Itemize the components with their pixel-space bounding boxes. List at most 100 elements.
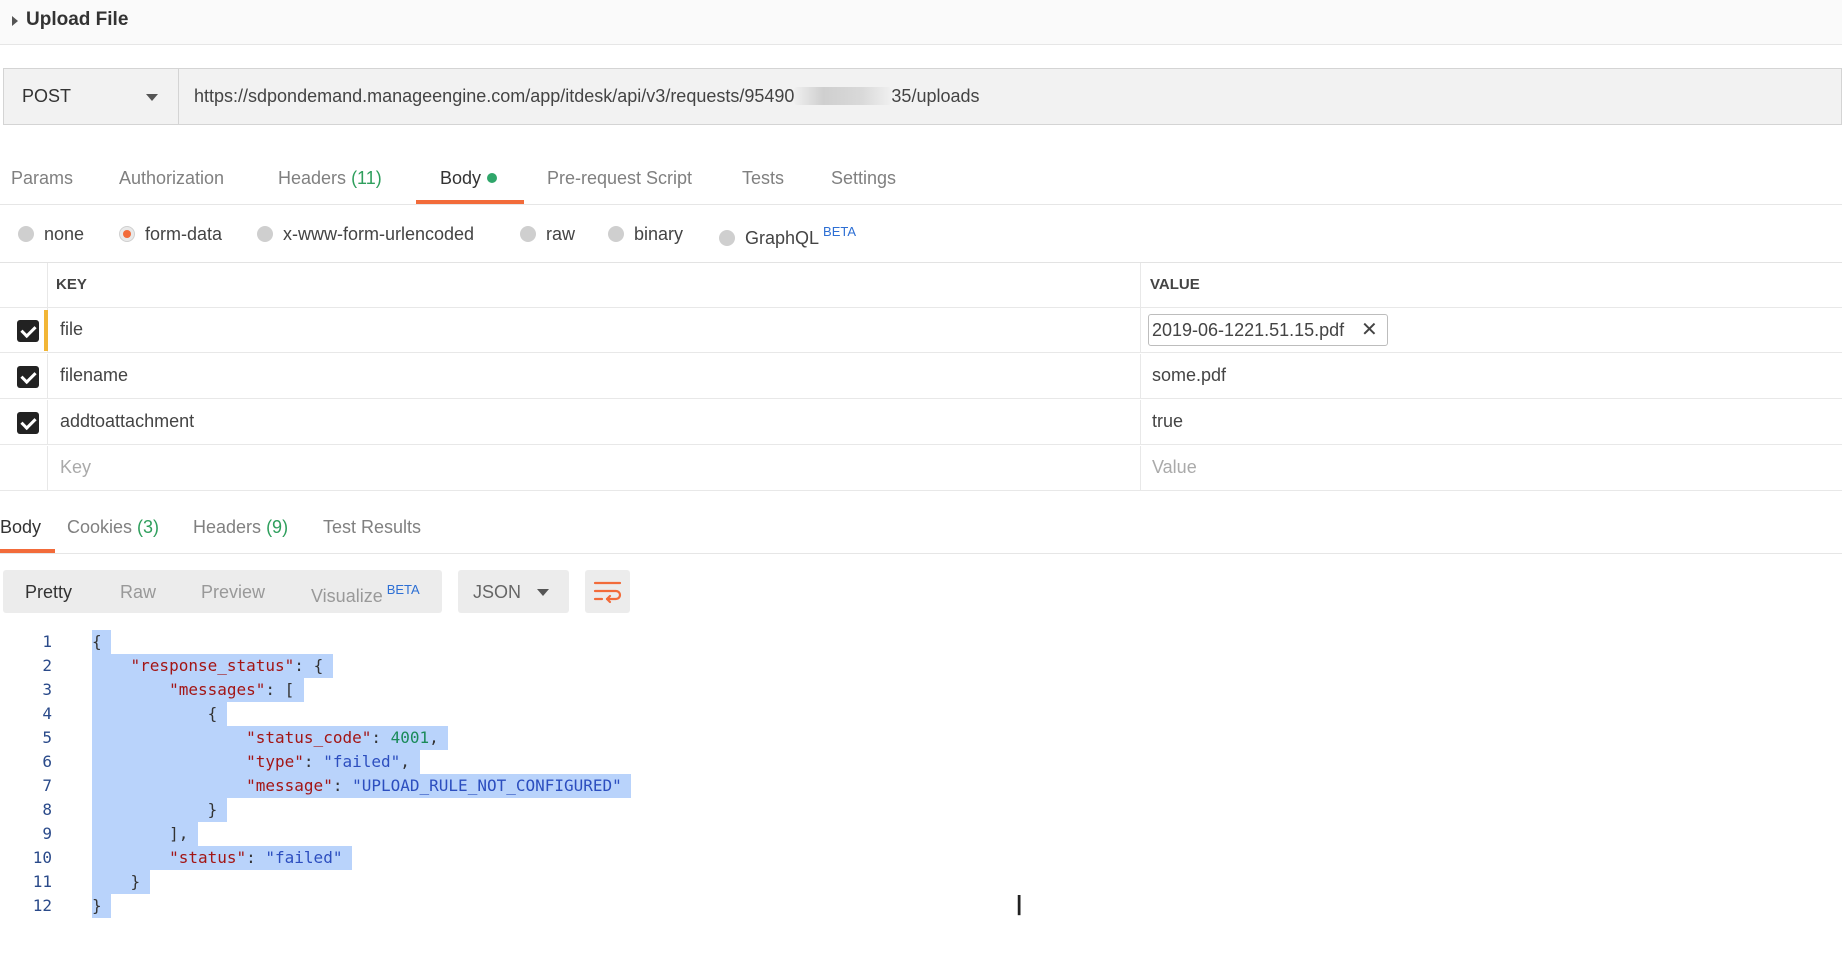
table-row: filename some.pdf [0,354,1842,399]
key-cell[interactable]: filename [48,354,1141,398]
key-cell[interactable]: addtoattachment [48,400,1141,444]
check-cell [0,400,48,444]
method-label: POST [22,86,72,106]
wrap-lines-button[interactable] [585,570,630,613]
code-text: "status_code": 4001, [92,726,449,750]
tab-label: Headers [193,517,262,537]
radio-circle-icon [608,226,624,242]
code-text: { [92,630,112,654]
headers-count: (11) [351,168,382,188]
table-header-row: KEY VALUE [0,263,1842,308]
code-line: 6 "type": "failed", [0,750,700,774]
language-label: JSON [473,582,522,602]
line-number: 4 [42,704,52,723]
view-mode-bar: Pretty Raw Preview Visualize BETA [3,570,442,613]
tab-response-body[interactable]: Body [0,517,41,538]
beta-badge: BETA [386,582,420,597]
param-value[interactable]: some.pdf [1152,365,1226,386]
radio-raw[interactable]: raw [520,224,575,245]
code-text: } [92,894,112,918]
tab-settings[interactable]: Settings [831,168,896,189]
code-text: ], [92,822,198,846]
tab-params[interactable]: Params [11,168,73,189]
tab-body[interactable]: Body [440,168,498,189]
request-header: Upload File [0,0,1842,45]
chevron-down-icon [146,94,158,101]
cookies-count: (3) [137,517,160,537]
view-visualize[interactable]: Visualize BETA [311,582,420,607]
table-row: addtoattachment true [0,400,1842,445]
beta-badge: BETA [823,224,857,239]
value-column-header: VALUE [1150,276,1200,293]
radio-form-data[interactable]: form-data [119,224,222,245]
value-placeholder[interactable]: Value [1152,457,1197,478]
view-pretty[interactable]: Pretty [25,582,72,603]
header-key-cell: KEY [48,263,1141,307]
param-key: filename [60,365,129,385]
line-number: 7 [42,776,52,795]
key-cell[interactable]: Key [48,446,1141,490]
tab-authorization[interactable]: Authorization [119,168,224,189]
key-cell[interactable]: file [48,308,1141,352]
collapse-caret-icon[interactable] [12,16,18,26]
radio-graphql[interactable]: GraphQL BETA [719,224,856,249]
code-line: 10 "status": "failed" [0,846,700,870]
language-select[interactable]: JSON [458,570,569,613]
radio-label: raw [546,224,576,244]
check-cell [0,354,48,398]
checkbox[interactable] [17,366,39,388]
file-chip[interactable]: 2019-06-1221.51.15.pdf ✕ [1148,314,1388,346]
radio-label: GraphQL [745,228,820,248]
tab-test-results[interactable]: Test Results [323,517,421,538]
method-select[interactable]: POST [4,69,179,124]
form-data-table: KEY VALUE file 2019-06-1221.51.15.pdf ✕ … [0,262,1842,493]
code-line: 3 "messages": [ [0,678,700,702]
code-line: 11 } [0,870,700,894]
close-icon[interactable]: ✕ [1361,317,1378,342]
active-tab-underline [0,549,55,553]
request-title[interactable]: Upload File [26,9,128,31]
file-name: 2019-06-1221.51.15.pdf [1152,320,1345,340]
key-placeholder: Key [60,457,92,477]
radio-circle-icon [257,226,273,242]
line-number: 9 [42,824,52,843]
visualize-label: Visualize [311,586,383,606]
url-input[interactable]: https://sdpondemand.manageengine.com/app… [194,86,980,107]
tab-pre-request-script[interactable]: Pre-request Script [547,168,692,189]
radio-binary[interactable]: binary [608,224,683,245]
code-line: 8 } [0,798,700,822]
radio-label: binary [634,224,684,244]
line-number: 12 [32,896,52,915]
param-value[interactable]: true [1152,411,1183,432]
response-tabs: Body Cookies (3) Headers (9) Test Result… [0,508,1842,554]
view-raw[interactable]: Raw [120,582,156,603]
checkbox[interactable] [17,320,39,342]
param-key: file [60,319,84,339]
line-number: 11 [32,872,52,891]
radio-circle-icon [18,226,34,242]
code-text: } [92,798,227,822]
tab-label: Authorization [119,168,225,188]
url-suffix: 35/uploads [891,86,980,106]
request-tabs: Params Authorization Headers (11) Body P… [0,160,1842,205]
tab-response-headers[interactable]: Headers (9) [193,517,288,538]
code-line: 2 "response_status": { [0,654,700,678]
code-text: } [92,870,150,894]
tab-label: Test Results [323,517,422,537]
radio-none[interactable]: none [18,224,84,245]
tab-label: Tests [742,168,785,188]
tab-headers[interactable]: Headers (11) [278,168,382,189]
code-line: 7 "message": "UPLOAD_RULE_NOT_CONFIGURED… [0,774,700,798]
tab-cookies[interactable]: Cookies (3) [67,517,159,538]
view-preview[interactable]: Preview [201,582,265,603]
wrap-lines-icon [593,581,622,604]
radio-urlencoded[interactable]: x-www-form-urlencoded [257,224,474,245]
code-text: "response_status": { [92,654,333,678]
redacted-segment [794,86,892,105]
code-line: 1{ [0,630,700,654]
code-line: 9 ], [0,822,700,846]
key-column-header: KEY [56,276,87,293]
tab-label: Params [11,168,74,188]
checkbox[interactable] [17,412,39,434]
tab-tests[interactable]: Tests [742,168,784,189]
